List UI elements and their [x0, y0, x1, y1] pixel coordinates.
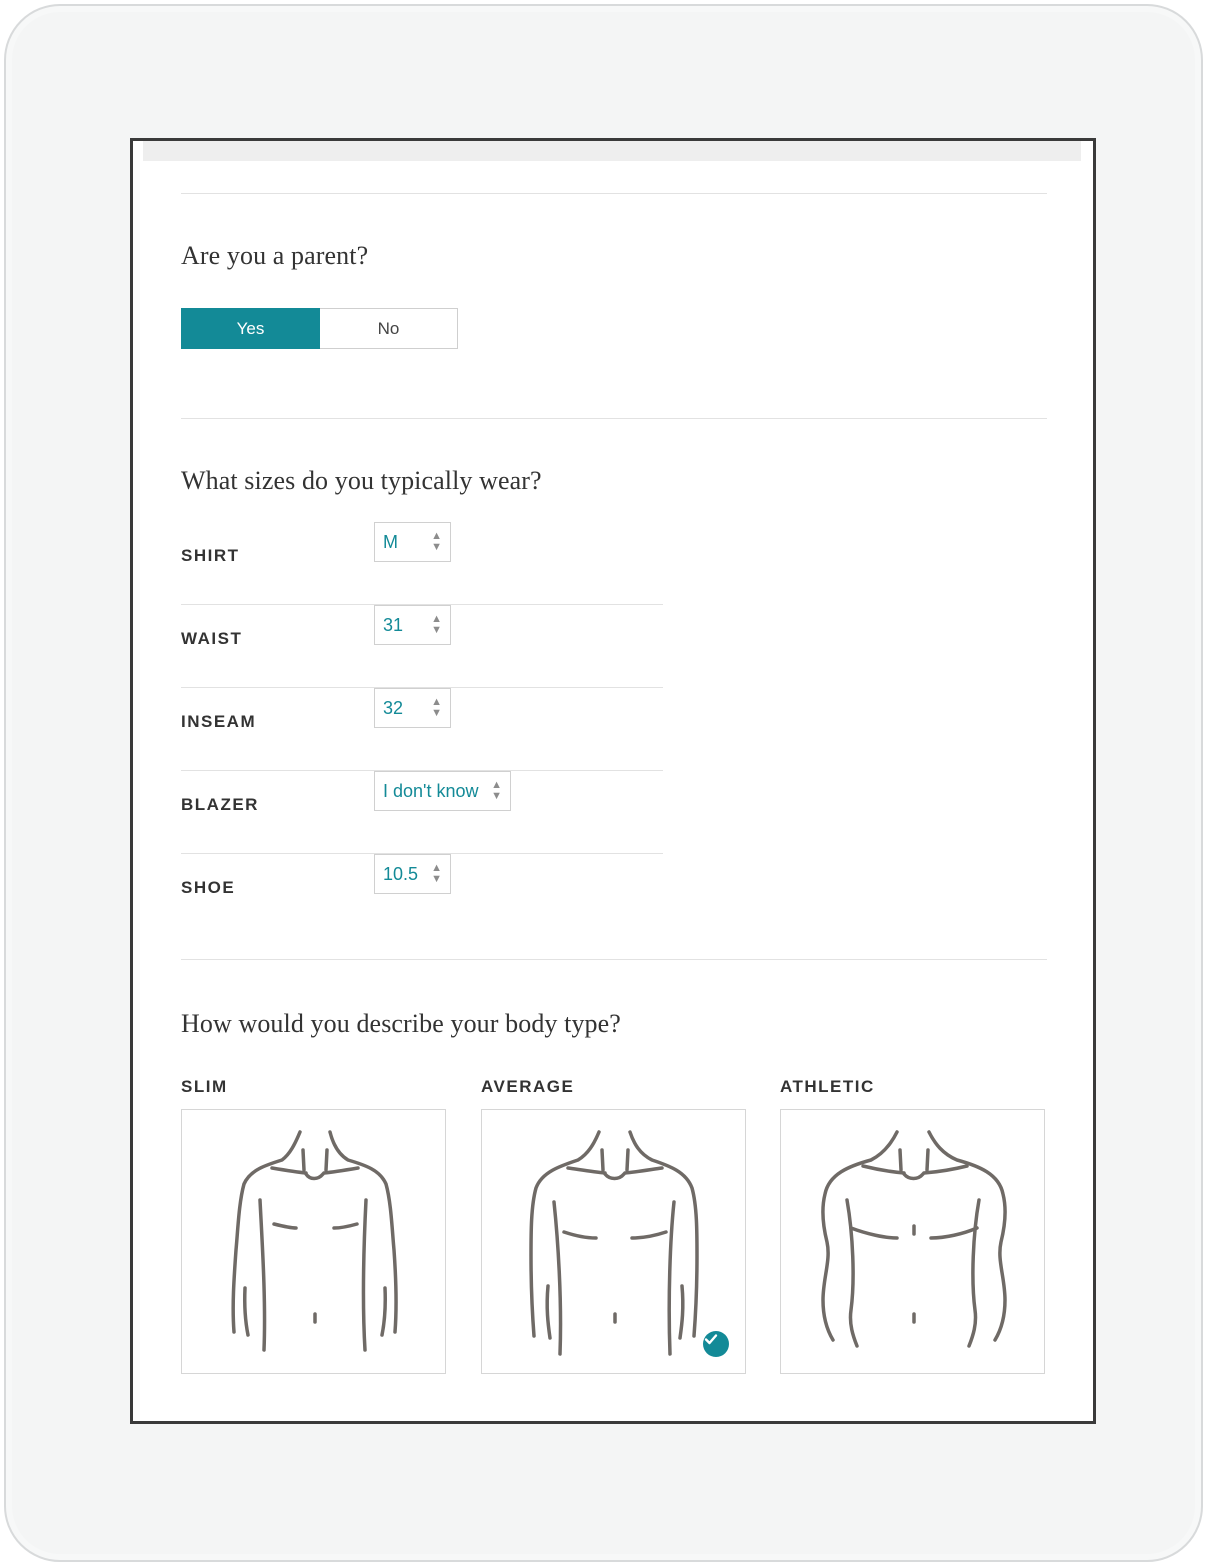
- parent-question: Are you a parent?: [181, 241, 369, 270]
- sizes-question: What sizes do you typically wear?: [181, 466, 542, 495]
- select-value: 32: [383, 697, 404, 718]
- body-type-card-average[interactable]: [481, 1109, 746, 1374]
- select-value: M: [383, 531, 398, 552]
- parent-no-button[interactable]: No: [320, 308, 458, 349]
- shirt-size-select[interactable]: M ▲ ▼: [374, 522, 451, 562]
- select-value: 31: [383, 614, 404, 635]
- divider: [181, 193, 1047, 194]
- top-strip: [143, 141, 1081, 161]
- updown-arrows-icon: ▲ ▼: [431, 613, 442, 636]
- updown-arrows-icon: ▲ ▼: [491, 779, 502, 802]
- updown-arrows-icon: ▲ ▼: [431, 696, 442, 719]
- updown-arrows-icon: ▲ ▼: [431, 862, 442, 885]
- size-row-inseam: INSEAM 32 ▲ ▼: [181, 688, 663, 771]
- body-type-question: How would you describe your body type?: [181, 1009, 621, 1038]
- body-type-label-average: AVERAGE: [481, 1077, 575, 1096]
- size-row-blazer: BLAZER I don't know ▲ ▼: [181, 771, 663, 854]
- size-row-shirt: SHIRT M ▲ ▼: [181, 522, 663, 605]
- size-label: SHIRT: [181, 546, 240, 565]
- divider: [181, 418, 1047, 419]
- size-row-shoe: SHOE 10.5 ▲ ▼: [181, 854, 663, 914]
- parent-toggle: Yes No: [181, 308, 458, 349]
- slim-torso-icon: [231, 1130, 398, 1352]
- divider: [181, 959, 1047, 960]
- athletic-torso-icon: [821, 1130, 1007, 1348]
- size-label: SHOE: [181, 878, 236, 897]
- body-type-label-slim: SLIM: [181, 1077, 228, 1096]
- screen: Are you a parent? Yes No What sizes do y…: [130, 138, 1096, 1424]
- selected-check-icon: [703, 1331, 729, 1357]
- body-type-card-slim[interactable]: [181, 1109, 446, 1374]
- body-type-label-athletic: ATHLETIC: [780, 1077, 875, 1096]
- inseam-size-select[interactable]: 32 ▲ ▼: [374, 688, 451, 728]
- size-label: WAIST: [181, 629, 243, 648]
- select-value: 10.5: [383, 863, 419, 884]
- updown-arrows-icon: ▲ ▼: [431, 530, 442, 553]
- size-label: BLAZER: [181, 795, 259, 814]
- body-type-card-athletic[interactable]: [780, 1109, 1045, 1374]
- shoe-size-select[interactable]: 10.5 ▲ ▼: [374, 854, 451, 894]
- size-row-waist: WAIST 31 ▲ ▼: [181, 605, 663, 688]
- select-value: I don't know: [383, 780, 479, 801]
- blazer-size-select[interactable]: I don't know ▲ ▼: [374, 771, 511, 811]
- waist-size-select[interactable]: 31 ▲ ▼: [374, 605, 451, 645]
- parent-yes-button[interactable]: Yes: [181, 308, 320, 349]
- size-label: INSEAM: [181, 712, 257, 731]
